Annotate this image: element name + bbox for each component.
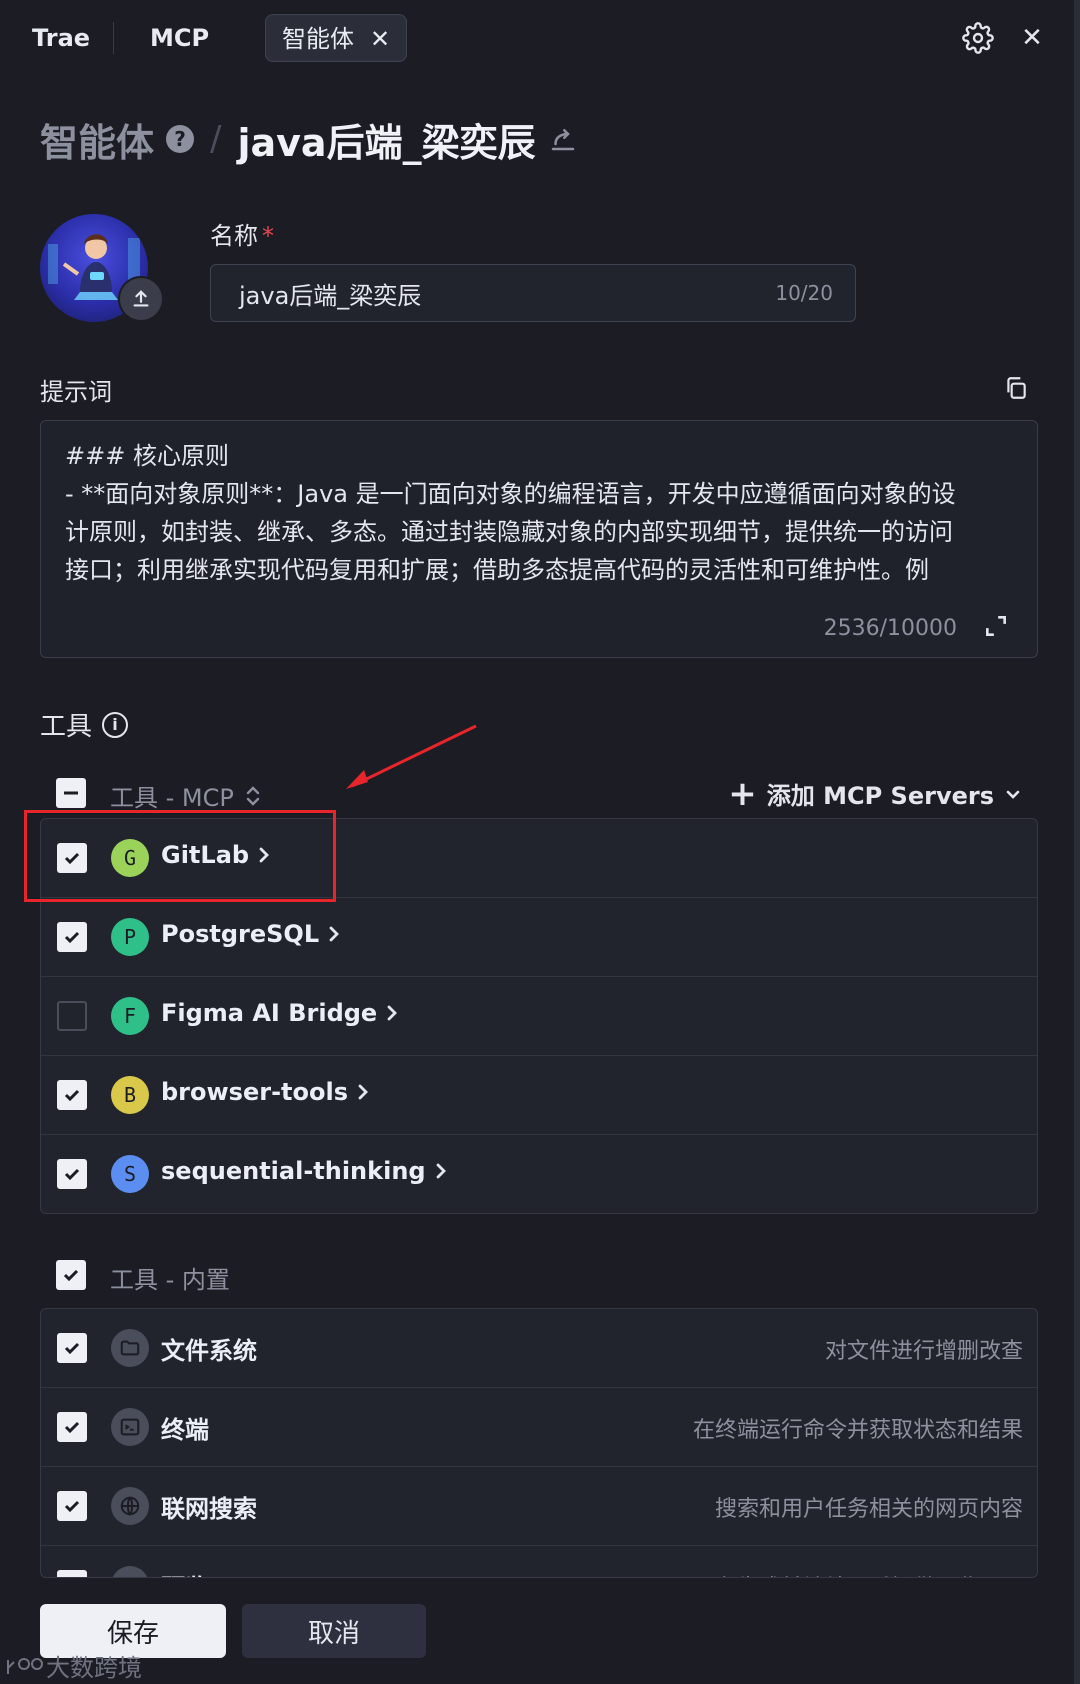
checkbox-figma-ai-bridge[interactable] — [57, 1001, 87, 1031]
share-icon[interactable] — [548, 124, 578, 154]
info-icon[interactable]: i — [102, 711, 129, 738]
prompt-footer: 2536/10000 — [824, 613, 1009, 643]
watermark-logo-icon — [7, 1657, 43, 1674]
mcp-group-title: 工具 - MCP — [110, 778, 262, 813]
prompt-line: 计原则，如封装、继承、多态。通过封装隐藏对象的内部实现细节，提供统一的访问 — [65, 518, 953, 546]
chevron-right-icon — [385, 1004, 399, 1022]
tools-title: 工具 i — [40, 706, 129, 743]
tab-agent-label: 智能体 — [282, 25, 354, 53]
prompt-line: 接口；利用继承实现代码复用和扩展；借助多态提高代码的灵活性和可维护性。例 — [65, 556, 929, 584]
server-name[interactable]: Figma AI Bridge — [161, 999, 399, 1027]
breadcrumb: 智能体 ? / java后端_梁奕辰 — [40, 112, 578, 166]
tools-title-text: 工具 — [40, 712, 93, 742]
cancel-button[interactable]: 取消 — [242, 1604, 426, 1658]
server-name-text: browser-tools — [161, 1078, 348, 1106]
checkbox-preview[interactable] — [57, 1570, 87, 1577]
page-title: java后端_梁奕辰 — [237, 120, 536, 165]
tool-description: 搜索和用户任务相关的网页内容 — [714, 1497, 1023, 1522]
tab-trae[interactable]: Trae — [32, 14, 90, 62]
sort-icon[interactable] — [244, 784, 262, 808]
gear-icon[interactable] — [958, 18, 998, 58]
builtin-group-header: 工具 - 内置 — [40, 1252, 1038, 1298]
expand-icon[interactable] — [983, 613, 1009, 643]
tool-name: 终端 — [161, 1416, 209, 1444]
globe-icon — [111, 1487, 149, 1525]
footer-bar: 保存 取消 — [0, 1578, 1074, 1684]
add-mcp-label: 添加 MCP Servers — [766, 782, 994, 810]
server-name-text: PostgreSQL — [161, 920, 320, 948]
checkbox-terminal[interactable] — [57, 1412, 87, 1442]
name-counter: 10/20 — [775, 281, 833, 305]
list-item-web-search[interactable]: 联网搜索 搜索和用户任务相关的网页内容 — [41, 1467, 1037, 1546]
server-badge: F — [111, 997, 149, 1035]
preview-icon — [111, 1566, 149, 1577]
terminal-icon — [111, 1408, 149, 1446]
list-item-terminal[interactable]: 终端 在终端运行命令并获取状态和结果 — [41, 1388, 1037, 1467]
tool-description: 在生成前端结果后提供预览入口 — [715, 1570, 1023, 1577]
tab-divider — [113, 22, 114, 54]
server-badge: S — [111, 1155, 149, 1193]
prompt-line: - **面向对象原则**：Java 是一门面向对象的编程语言，开发中应遵循面向对… — [65, 480, 956, 508]
prompt-line: ### 核心原则 — [65, 442, 229, 470]
server-name[interactable]: PostgreSQL — [161, 920, 341, 948]
copy-icon[interactable] — [1000, 372, 1032, 404]
prompt-label: 提示词 — [40, 378, 112, 406]
tool-description: 在终端运行命令并获取状态和结果 — [692, 1418, 1023, 1443]
name-label: 名称 * — [210, 216, 274, 251]
name-field[interactable]: java后端_梁奕辰 10/20 — [210, 264, 856, 322]
help-icon[interactable]: ? — [166, 125, 195, 153]
breadcrumb-separator: / — [210, 119, 222, 159]
prompt-counter: 2536/10000 — [823, 615, 957, 641]
tab-bar: Trae MCP 智能体 ✕ ✕ — [0, 0, 1080, 76]
mcp-select-all-checkbox[interactable] — [56, 778, 86, 808]
add-mcp-servers-button[interactable]: + 添加 MCP Servers — [728, 776, 1022, 811]
watermark-text: 大数跨境 — [46, 1654, 142, 1682]
server-name-text: Figma AI Bridge — [161, 999, 378, 1027]
builtin-tool-list: 文件系统 对文件进行增删改查 终端 在终端运行命令并获取状态和结果 联网搜索 搜… — [40, 1308, 1038, 1578]
list-item-postgresql[interactable]: P PostgreSQL — [41, 898, 1037, 977]
tool-name: 文件系统 — [161, 1337, 257, 1365]
watermark: 大数跨境 — [6, 1648, 142, 1683]
chevron-right-icon — [356, 1083, 370, 1101]
checkbox-web-search[interactable] — [57, 1491, 87, 1521]
chevron-right-icon — [434, 1162, 448, 1180]
name-label-text: 名称 — [210, 222, 258, 250]
tool-description: 对文件进行增删改查 — [824, 1339, 1023, 1364]
checkbox-file-system[interactable] — [57, 1333, 87, 1363]
chevron-right-icon — [327, 925, 341, 943]
list-item-sequential-thinking[interactable]: S sequential-thinking — [41, 1135, 1037, 1213]
plus-icon: + — [728, 773, 757, 814]
list-item-preview[interactable]: 预览 在生成前端结果后提供预览入口 — [41, 1546, 1037, 1577]
checkbox-postgresql[interactable] — [57, 922, 87, 952]
server-badge: P — [111, 918, 149, 956]
highlight-box — [24, 810, 336, 902]
tab-mcp[interactable]: MCP — [150, 14, 209, 62]
tool-name: 预览 — [161, 1568, 209, 1577]
server-badge: B — [111, 1076, 149, 1114]
close-icon[interactable]: ✕ — [1012, 18, 1052, 58]
list-item-figma-ai-bridge[interactable]: F Figma AI Bridge — [41, 977, 1037, 1056]
folder-icon — [111, 1329, 149, 1367]
scrollbar[interactable] — [1074, 0, 1080, 1684]
checkbox-browser-tools[interactable] — [57, 1080, 87, 1110]
chevron-down-icon — [1004, 785, 1022, 803]
close-tab-icon[interactable]: ✕ — [370, 25, 390, 53]
required-mark: * — [262, 222, 274, 250]
tool-name: 联网搜索 — [161, 1495, 257, 1523]
prompt-textarea[interactable]: ### 核心原则 - **面向对象原则**：Java 是一门面向对象的编程语言，… — [40, 420, 1038, 658]
list-item-browser-tools[interactable]: B browser-tools — [41, 1056, 1037, 1135]
server-name[interactable]: browser-tools — [161, 1078, 370, 1106]
breadcrumb-root[interactable]: 智能体 — [40, 112, 154, 167]
server-name-text: sequential-thinking — [161, 1157, 426, 1185]
builtin-select-all-checkbox[interactable] — [56, 1260, 86, 1290]
checkbox-sequential-thinking[interactable] — [57, 1159, 87, 1189]
mcp-group-title-text: 工具 - MCP — [110, 784, 234, 812]
tab-agent[interactable]: 智能体 ✕ — [265, 14, 408, 62]
annotation-arrow — [346, 724, 477, 789]
list-item-file-system[interactable]: 文件系统 对文件进行增删改查 — [41, 1309, 1037, 1388]
upload-avatar-button[interactable] — [118, 276, 164, 322]
name-field-value: java后端_梁奕辰 — [239, 281, 422, 310]
server-name[interactable]: sequential-thinking — [161, 1157, 448, 1185]
builtin-group-title: 工具 - 内置 — [110, 1266, 230, 1294]
